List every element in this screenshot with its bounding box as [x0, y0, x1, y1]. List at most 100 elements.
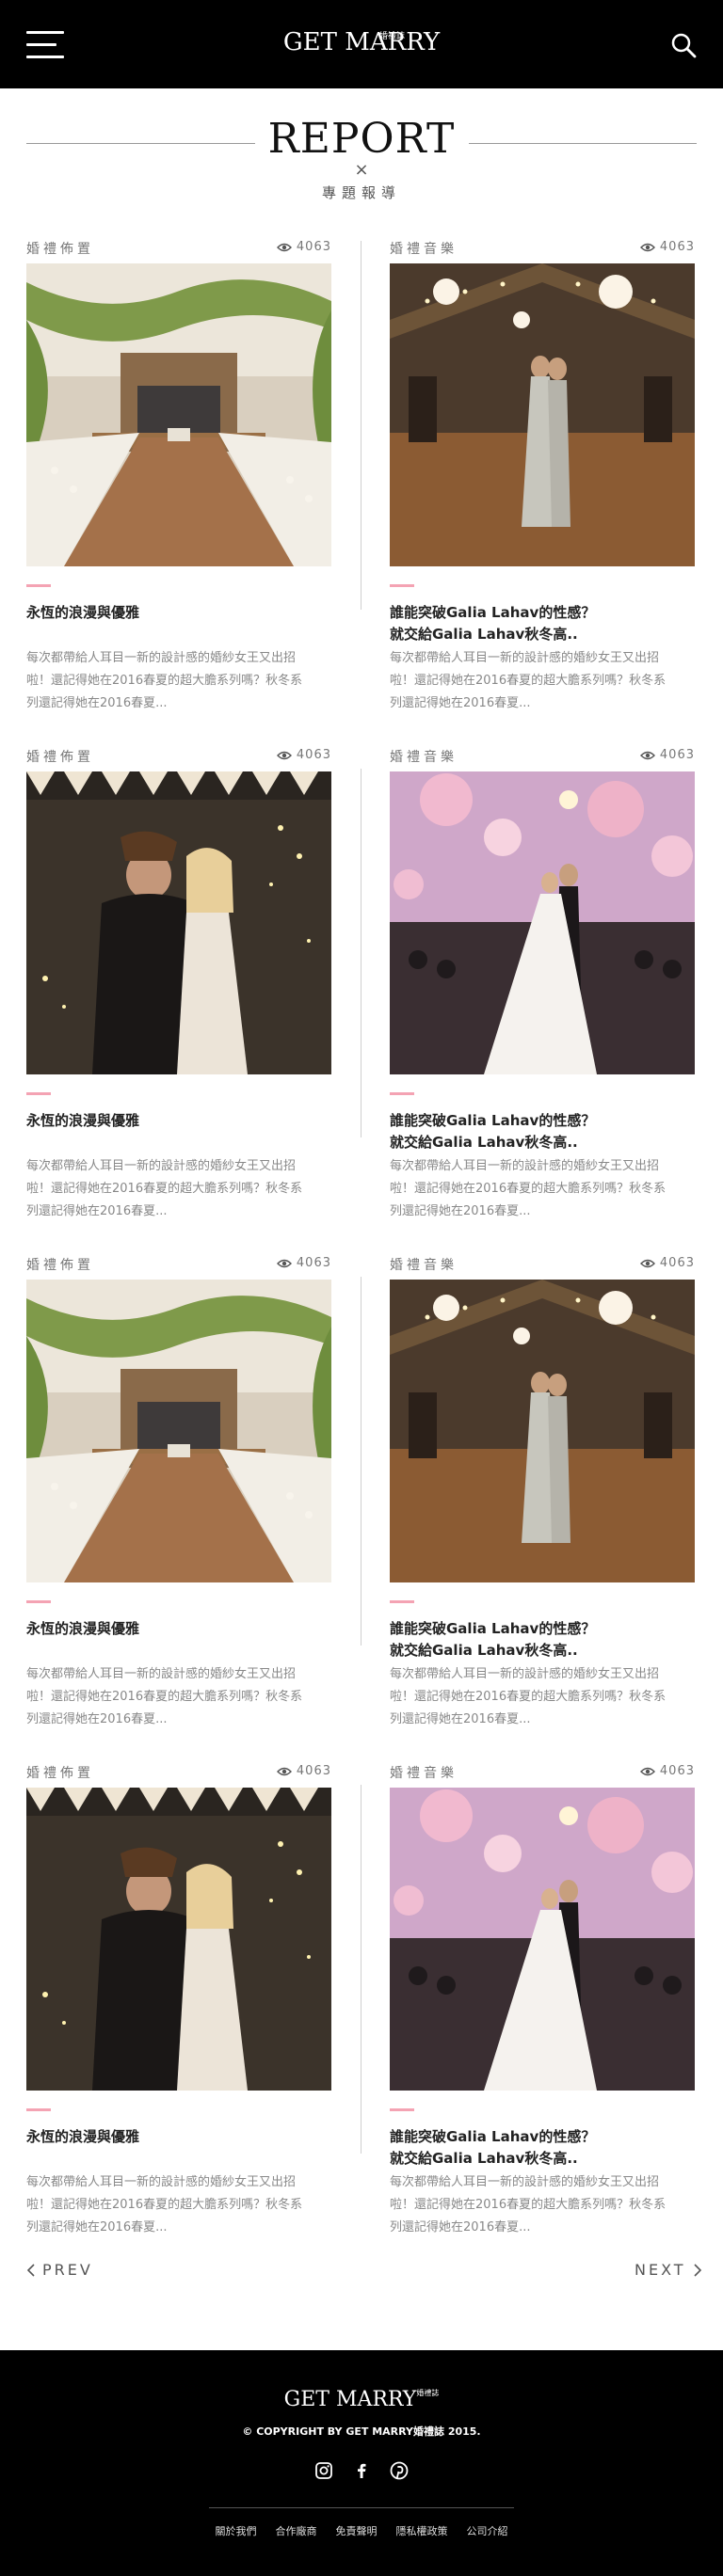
card-image[interactable]: [26, 263, 331, 566]
copyright-text: © COPYRIGHT BY GET MARRY婚禮誌 2015.: [242, 2425, 481, 2438]
section-heading: REPORT × 專題報導: [0, 111, 723, 205]
next-button[interactable]: NEXT: [635, 2261, 702, 2279]
view-count: 4063: [277, 748, 331, 762]
logo-text: GET MARRY: [282, 28, 441, 56]
view-count-value: 4063: [296, 240, 331, 254]
card-accent-bar: [390, 2108, 414, 2111]
footer-link-disclaimer[interactable]: 免責聲明: [336, 2523, 378, 2538]
article-card[interactable]: 婚禮佈置 4063 永恆的浪漫與優雅 每次都帶給人耳目一新的設計感的婚紗女王又出…: [26, 1255, 331, 1744]
card-title[interactable]: 永恆的浪漫與優雅: [26, 1110, 331, 1132]
card-title[interactable]: 誰能突破Galia Lahav的性感？ 就交給Galia Lahav秋冬高..: [390, 1618, 695, 1662]
card-description: 每次都帶給人耳目一新的設計感的婚紗女王又出招 啦！還記得她在2016春夏的超大膽系…: [26, 1159, 303, 1218]
site-logo[interactable]: GET MARRY 婚禮誌: [282, 28, 441, 62]
view-count: 4063: [277, 1764, 331, 1778]
column-divider: [361, 769, 362, 1137]
article-card[interactable]: 婚禮佈置 4063 永恆的浪漫與優雅 每次都帶給人耳目一新的設計感的婚紗女王又出…: [26, 1763, 331, 2252]
card-category: 婚禮音樂: [390, 750, 458, 765]
view-count-value: 4063: [659, 1764, 695, 1778]
view-count-value: 4063: [296, 748, 331, 762]
card-title[interactable]: 誰能突破Galia Lahav的性感？ 就交給Galia Lahav秋冬高..: [390, 602, 695, 645]
article-card[interactable]: 婚禮佈置 4063 永恆的浪漫與優雅 每次都帶給人耳目一新的設計感的婚紗女王又出…: [26, 239, 331, 728]
card-description: 每次都帶給人耳目一新的設計感的婚紗女王又出招 啦！還記得她在2016春夏的超大膽系…: [26, 2175, 303, 2234]
footer-links: 關於我們 合作廠商 免責聲明 隱私權政策 公司介紹: [0, 2523, 723, 2538]
card-title[interactable]: 永恆的浪漫與優雅: [26, 602, 331, 624]
card-category: 婚禮佈置: [26, 242, 94, 257]
card-image[interactable]: [26, 771, 331, 1074]
card-image[interactable]: [390, 1788, 695, 2091]
card-accent-bar: [390, 1092, 414, 1095]
eye-icon: [640, 1259, 655, 1268]
prev-label: PREV: [42, 2261, 93, 2279]
card-category: 婚禮音樂: [390, 242, 458, 257]
view-count: 4063: [640, 1764, 695, 1778]
article-card[interactable]: 婚禮音樂 4063 誰能突破Galia Lahav的性感？ 就交給Galia La…: [390, 1763, 695, 2252]
footer-logo-subtext: 婚禮誌: [416, 2389, 440, 2397]
search-icon[interactable]: [670, 32, 697, 58]
card-title[interactable]: 誰能突破Galia Lahav的性感？ 就交給Galia Lahav秋冬高..: [390, 1110, 695, 1153]
column-divider: [361, 1785, 362, 2154]
view-count: 4063: [277, 240, 331, 254]
card-category: 婚禮佈置: [26, 1258, 94, 1273]
site-header: GET MARRY 婚禮誌: [0, 0, 723, 88]
footer-link-privacy[interactable]: 隱私權政策: [396, 2523, 448, 2538]
article-card[interactable]: 婚禮音樂 4063 誰能突破Galia Lahav的性感？ 就交給Galia La…: [390, 747, 695, 1236]
heading-rule-right: [469, 143, 697, 144]
view-count-value: 4063: [659, 1256, 695, 1270]
column-divider: [361, 241, 362, 610]
eye-icon: [277, 1767, 292, 1776]
view-count-value: 4063: [296, 1764, 331, 1778]
card-description: 每次都帶給人耳目一新的設計感的婚紗女王又出招 啦！還記得她在2016春夏的超大膽系…: [390, 651, 667, 710]
card-description: 每次都帶給人耳目一新的設計感的婚紗女王又出招 啦！還記得她在2016春夏的超大膽系…: [390, 1159, 667, 1218]
eye-icon: [640, 1767, 655, 1776]
site-footer: GET MARRY婚禮誌 © COPYRIGHT BY GET MARRY婚禮誌…: [0, 2350, 723, 2576]
card-image[interactable]: [390, 1280, 695, 1582]
card-category: 婚禮音樂: [390, 1258, 458, 1273]
social-links: [314, 2461, 409, 2480]
next-label: NEXT: [635, 2261, 686, 2279]
chevron-right-icon: [693, 2263, 701, 2277]
view-count-value: 4063: [296, 1256, 331, 1270]
card-accent-bar: [26, 584, 51, 587]
menu-icon[interactable]: [26, 31, 64, 59]
view-count-value: 4063: [659, 748, 695, 762]
prev-button[interactable]: PREV: [26, 2261, 93, 2279]
footer-logo-text: GET MARRY: [283, 2388, 417, 2411]
footer-link-company[interactable]: 公司介紹: [467, 2523, 508, 2538]
card-accent-bar: [390, 584, 414, 587]
card-title[interactable]: 永恆的浪漫與優雅: [26, 2126, 331, 2148]
view-count: 4063: [640, 1256, 695, 1270]
article-card[interactable]: 婚禮音樂 4063 誰能突破Galia Lahav的性感？ 就交給Galia La…: [390, 239, 695, 728]
card-category: 婚禮佈置: [26, 750, 94, 765]
heading-rule-left: [26, 143, 255, 144]
heading-cross: ×: [354, 160, 369, 180]
card-image[interactable]: [390, 263, 695, 566]
article-card[interactable]: 婚禮音樂 4063 誰能突破Galia Lahav的性感？ 就交給Galia La…: [390, 1255, 695, 1744]
card-image[interactable]: [390, 771, 695, 1074]
section-title: REPORT: [267, 115, 456, 163]
footer-link-partners[interactable]: 合作廠商: [276, 2523, 317, 2538]
view-count-value: 4063: [659, 240, 695, 254]
view-count: 4063: [640, 240, 695, 254]
pinterest-icon[interactable]: [390, 2461, 409, 2480]
eye-icon: [640, 751, 655, 760]
card-accent-bar: [26, 1600, 51, 1603]
card-description: 每次都帶給人耳目一新的設計感的婚紗女王又出招 啦！還記得她在2016春夏的超大膽系…: [26, 651, 303, 710]
card-title[interactable]: 永恆的浪漫與優雅: [26, 1618, 331, 1640]
eye-icon: [277, 243, 292, 252]
footer-divider: [209, 2507, 514, 2508]
card-image[interactable]: [26, 1280, 331, 1582]
eye-icon: [277, 751, 292, 760]
article-card[interactable]: 婚禮佈置 4063 永恆的浪漫與優雅 每次都帶給人耳目一新的設計感的婚紗女王又出…: [26, 747, 331, 1236]
card-accent-bar: [390, 1600, 414, 1603]
logo-subtext: 婚禮誌: [379, 32, 406, 41]
column-divider: [361, 1277, 362, 1646]
facebook-icon[interactable]: [352, 2461, 371, 2480]
card-title[interactable]: 誰能突破Galia Lahav的性感？ 就交給Galia Lahav秋冬高..: [390, 2126, 695, 2170]
instagram-icon[interactable]: [314, 2461, 333, 2480]
view-count: 4063: [277, 1256, 331, 1270]
footer-logo[interactable]: GET MARRY婚禮誌: [0, 2388, 723, 2411]
section-subtitle: 專題報導: [321, 184, 401, 201]
footer-link-about[interactable]: 關於我們: [216, 2523, 257, 2538]
card-image[interactable]: [26, 1788, 331, 2091]
card-accent-bar: [26, 2108, 51, 2111]
